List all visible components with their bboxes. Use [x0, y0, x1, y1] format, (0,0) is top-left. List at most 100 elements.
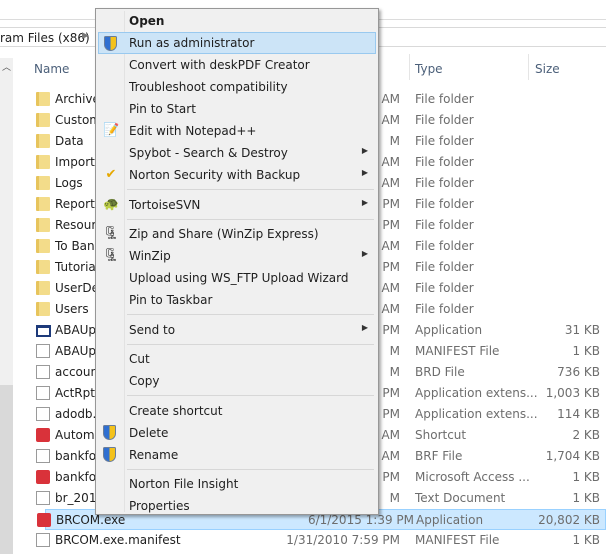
shortcut-icon	[36, 428, 50, 442]
folder-icon	[36, 239, 50, 253]
file-type: File folder	[415, 134, 474, 148]
file-date: PM	[382, 197, 400, 211]
column-header-type[interactable]: Type	[415, 62, 443, 76]
file-type: Application	[416, 513, 484, 527]
file-name: ABAUp	[55, 323, 97, 337]
file-type: File folder	[415, 302, 474, 316]
menu-item-tortoisesvn[interactable]: 🐢 TortoiseSVN ▶	[98, 194, 376, 216]
file-date: M	[389, 344, 400, 358]
folder-icon	[36, 218, 50, 232]
menu-item-copy[interactable]: Copy	[98, 370, 376, 392]
file-type: BRD File	[415, 365, 465, 379]
column-divider[interactable]	[409, 54, 410, 80]
menu-item-label: Open	[129, 14, 165, 28]
file-type: File folder	[415, 197, 474, 211]
submenu-arrow-icon: ▶	[361, 249, 368, 258]
file-name: adodb.	[55, 407, 97, 421]
folder-icon	[36, 197, 50, 211]
menu-separator	[127, 189, 374, 190]
file-size: 114 KB	[557, 407, 600, 421]
scroll-up-icon[interactable]: ︿	[2, 60, 11, 73]
menu-item-convert-with-deskpdf-creator[interactable]: Convert with deskPDF Creator	[98, 54, 376, 76]
menu-item-send-to[interactable]: Send to ▶	[98, 319, 376, 341]
menu-item-label: Convert with deskPDF Creator	[129, 58, 310, 72]
submenu-arrow-icon: ▶	[361, 197, 368, 207]
menu-item-properties[interactable]: Properties	[98, 495, 376, 517]
menu-item-norton-security-with-backup[interactable]: ✔ Norton Security with Backup ▶	[98, 164, 376, 186]
menu-item-label: Properties	[129, 499, 190, 513]
chevron-right-icon[interactable]: ▶	[82, 31, 89, 41]
menu-item-spybot-search-destroy[interactable]: Spybot - Search & Destroy ▶	[98, 142, 376, 164]
menu-item-cut[interactable]: Cut	[98, 348, 376, 370]
file-type: File folder	[415, 155, 474, 169]
menu-item-run-as-administrator[interactable]: Run as administrator	[98, 32, 376, 54]
menu-separator	[127, 218, 374, 220]
menu-item-label: Zip and Share (WinZip Express)	[129, 227, 319, 241]
menu-item-pin-to-start[interactable]: Pin to Start	[98, 98, 376, 120]
file-row[interactable]: BRCOM.exe.manifest 1/31/2010 7:59 PM MAN…	[30, 530, 606, 551]
menu-item-delete[interactable]: Delete	[98, 422, 376, 444]
text-icon	[36, 491, 50, 505]
menu-item-label: Upload using WS_FTP Upload Wizard	[129, 271, 349, 285]
file-date: 1/31/2010 7:59 PM	[286, 533, 400, 547]
breadcrumb-program-files[interactable]: ram Files (x86)	[0, 31, 90, 45]
menu-item-label: Norton Security with Backup	[129, 168, 301, 182]
file-date: PM	[382, 323, 400, 337]
file-size: 1 KB	[572, 470, 600, 484]
menu-item-label: Rename	[129, 447, 179, 462]
menu-item-winzip[interactable]: 🗜 WinZip ▶	[98, 245, 376, 267]
file-name: Logs	[55, 176, 83, 190]
menu-item-label: Edit with Notepad++	[129, 124, 257, 138]
menu-item-norton-file-insight[interactable]: Norton File Insight	[98, 473, 376, 495]
file-size: 2 KB	[572, 428, 600, 442]
file-size: 31 KB	[564, 323, 600, 337]
file-date: AM	[381, 113, 400, 127]
file-size: 1 KB	[572, 491, 600, 505]
file-date: AM	[381, 281, 400, 295]
file-size: 736 KB	[557, 365, 600, 379]
menu-item-label: Troubleshoot compatibility	[129, 80, 288, 94]
menu-item-label: Delete	[129, 425, 169, 440]
file-type: Shortcut	[415, 428, 467, 442]
file-name: accoun	[55, 365, 99, 379]
menu-item-label: Pin to Taskbar	[129, 293, 213, 307]
navigation-pane[interactable]: ︿	[0, 58, 13, 554]
submenu-arrow-icon: ▶	[361, 146, 368, 155]
menu-item-create-shortcut[interactable]: Create shortcut	[98, 400, 376, 422]
menu-item-label: Copy	[129, 374, 160, 388]
dll-icon	[36, 386, 50, 400]
menu-item-pin-to-taskbar[interactable]: Pin to Taskbar	[98, 289, 376, 311]
doc-icon	[36, 344, 50, 358]
file-name: Data	[55, 134, 84, 148]
menu-separator	[127, 468, 374, 470]
dll-icon	[36, 407, 50, 421]
column-divider[interactable]	[528, 54, 529, 80]
menu-item-open[interactable]: Open	[98, 10, 376, 32]
menu-item-upload-using-ws-ftp-upload-wizard[interactable]: Upload using WS_FTP Upload Wizard	[98, 267, 376, 289]
menu-item-rename[interactable]: Rename	[98, 444, 376, 466]
file-size: 1,003 KB	[545, 386, 600, 400]
file-date: PM	[382, 407, 400, 421]
column-header-name[interactable]: Name	[34, 62, 69, 76]
file-type: File folder	[415, 239, 474, 253]
column-header-size[interactable]: Size	[535, 62, 560, 76]
menu-separator	[127, 314, 374, 315]
file-size: 1 KB	[572, 344, 600, 358]
folder-icon	[36, 176, 50, 190]
file-type: Application	[415, 323, 483, 337]
file-type: Text Document	[415, 491, 506, 505]
file-name: ActRpt.	[55, 386, 99, 400]
file-name: Tutorial	[55, 260, 100, 274]
file-type: File folder	[415, 218, 474, 232]
shield-icon	[103, 424, 116, 440]
file-name: ABAUp	[55, 344, 97, 358]
menu-item-edit-with-notepad[interactable]: 📝 Edit with Notepad++	[98, 120, 376, 142]
file-size: 1,704 KB	[545, 449, 600, 463]
menu-item-troubleshoot-compatibility[interactable]: Troubleshoot compatibility	[98, 76, 376, 98]
notepad-icon: 📝	[103, 123, 120, 138]
folder-icon	[36, 134, 50, 148]
file-type: BRF File	[415, 449, 463, 463]
file-type: MANIFEST File	[415, 533, 500, 547]
menu-item-zip-and-share-winzip-express[interactable]: 🗜 Zip and Share (WinZip Express)	[98, 223, 376, 245]
file-type: Application extens...	[415, 407, 538, 421]
